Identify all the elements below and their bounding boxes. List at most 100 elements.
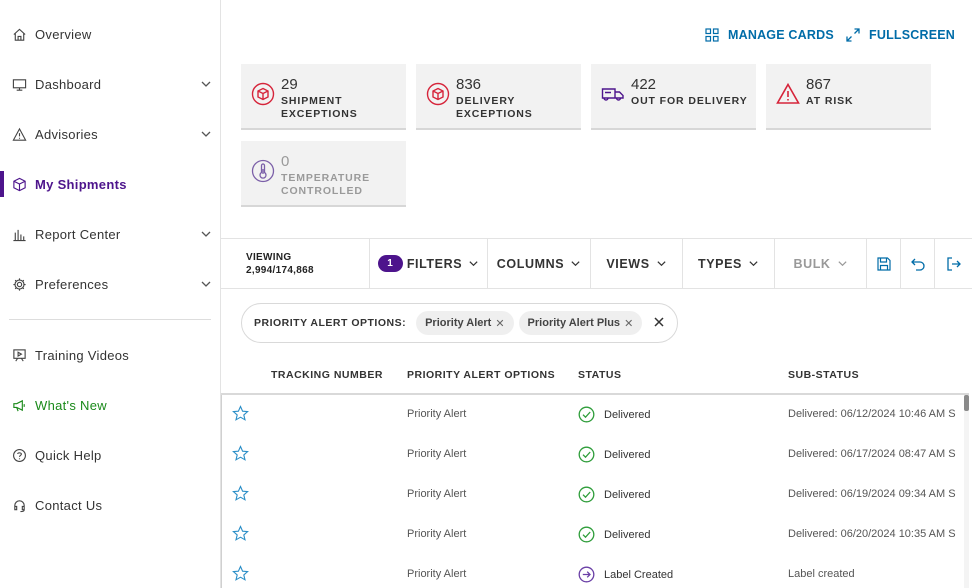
fullscreen-button[interactable]: FULLSCREEN [846,28,955,42]
sidebar-item-report-center[interactable]: Report Center [0,219,220,249]
sidebar-item-advisories[interactable]: Advisories [0,119,220,149]
card-label: TEMPERATURE CONTROLLED [281,172,371,197]
arrow-circle-icon [578,566,595,583]
sidebar-item-overview[interactable]: Overview [0,19,220,49]
views-label: VIEWS [606,256,650,271]
types-button[interactable]: TYPES [683,239,775,288]
box-icon [11,176,27,192]
card-count: 836 [456,76,482,93]
home-icon [11,26,27,42]
card-temperature-controlled[interactable]: 0 TEMPERATURE CONTROLLED [241,141,406,207]
sub-status-text: Delivered: 06/19/2024 09:34 AM S [788,488,956,500]
bulk-label: BULK [793,256,831,271]
columns-button[interactable]: COLUMNS [488,239,591,288]
filters-button[interactable]: 1 FILTERS [370,239,488,288]
sidebar-item-quick-help[interactable]: Quick Help [0,440,220,470]
sidebar-item-my-shipments[interactable]: My Shipments [0,169,220,199]
table-scrollbar[interactable] [964,395,969,588]
column-header-status[interactable]: STATUS [578,369,621,381]
table-row[interactable]: Priority Alert Delivered Delivered: 06/2… [222,515,964,555]
card-shipment-exceptions[interactable]: 29 SHIPMENT EXCEPTIONS [241,64,406,130]
bulk-button[interactable]: BULK [775,239,867,288]
filters-label: FILTERS [406,256,463,271]
viewing-label: VIEWING [246,252,292,263]
check-circle-icon [578,486,595,503]
status-cell: Delivered [578,446,650,463]
filter-chip[interactable]: Priority Alert ✕ [416,311,514,335]
expand-icon [846,28,860,42]
status-cell: Delivered [578,526,650,543]
truck-icon [601,88,624,101]
grid-toolbar: VIEWING 2,994/174,868 1 FILTERS COLUMNS … [221,238,972,289]
sidebar-item-whats-new[interactable]: What's New [0,390,220,420]
status-cell: Delivered [578,406,650,423]
column-header-sub-status[interactable]: SUB-STATUS [788,369,859,381]
manage-cards-button[interactable]: MANAGE CARDS [705,28,834,42]
table-row[interactable]: Priority Alert Delivered Delivered: 06/1… [222,475,964,515]
column-header-priority-alert-options[interactable]: PRIORITY ALERT OPTIONS [407,369,555,381]
viewing-count: VIEWING 2,994/174,868 [221,239,370,288]
column-header-tracking-number[interactable]: TRACKING NUMBER [271,369,383,381]
sidebar-item-contact-us[interactable]: Contact Us [0,490,220,520]
star-icon[interactable] [232,565,249,582]
card-label: AT RISK [806,95,854,107]
scrollbar-thumb[interactable] [964,395,969,411]
sub-status-text: Delivered: 06/20/2024 10:35 AM S [788,528,956,540]
sidebar-item-training-videos[interactable]: Training Videos [0,340,220,370]
star-icon[interactable] [232,525,249,542]
check-circle-icon [578,406,595,423]
card-count: 422 [631,76,657,93]
check-circle-icon [578,446,595,463]
close-icon[interactable]: ✕ [495,317,504,330]
sub-status-text: Delivered: 06/17/2024 08:47 AM S [788,448,956,460]
filter-chip[interactable]: Priority Alert Plus ✕ [518,311,643,335]
thermometer-icon [251,159,275,183]
sidebar-item-label: My Shipments [35,176,127,192]
save-icon [876,256,891,271]
undo-icon [910,258,925,271]
card-at-risk[interactable]: 867 AT RISK [766,64,931,130]
viewing-value: 2,994/174,868 [246,265,314,276]
star-icon[interactable] [232,485,249,502]
priority-alert-option: Priority Alert [407,528,467,540]
table-row[interactable]: Priority Alert Label Created Label creat… [222,555,964,588]
save-view-button[interactable] [867,239,901,288]
sidebar-item-dashboard[interactable]: Dashboard [0,69,220,99]
status-text: Delivered [604,528,651,541]
chevron-down-icon [469,261,478,267]
sidebar-item-label: Quick Help [35,447,102,463]
chevron-down-icon [571,261,580,267]
status-cell: Label Created [578,566,673,583]
active-filters-bar: PRIORITY ALERT OPTIONS: Priority Alert ✕… [241,303,678,343]
card-out-for-delivery[interactable]: 422 OUT FOR DELIVERY [591,64,756,130]
sidebar-divider [9,319,211,320]
card-label: OUT FOR DELIVERY [631,95,748,107]
chevron-down-icon[interactable] [200,228,212,240]
chevron-down-icon[interactable] [200,128,212,140]
filter-count-badge: 1 [377,255,403,272]
views-button[interactable]: VIEWS [591,239,683,288]
chevron-down-icon[interactable] [200,278,212,290]
status-cell: Delivered [578,486,650,503]
star-icon[interactable] [232,445,249,462]
close-icon[interactable]: ✕ [624,317,633,330]
priority-alert-option: Priority Alert [407,448,467,460]
bar-chart-icon [11,226,27,242]
table-row[interactable]: Priority Alert Delivered Delivered: 06/1… [222,395,964,435]
export-button[interactable] [935,239,972,288]
card-delivery-exceptions[interactable]: 836 DELIVERY EXCEPTIONS [416,64,581,130]
warning-icon [11,126,27,142]
chevron-down-icon[interactable] [200,78,212,90]
card-count: 0 [281,153,290,170]
clear-filters-icon[interactable] [653,316,665,328]
status-text: Label Created [604,568,674,581]
star-icon[interactable] [232,405,249,422]
alert-triangle-icon [776,82,800,104]
check-circle-icon [578,526,595,543]
sidebar-item-preferences[interactable]: Preferences [0,269,220,299]
card-count: 867 [806,76,832,93]
columns-label: COLUMNS [496,256,565,271]
undo-button[interactable] [901,239,935,288]
table-row[interactable]: Priority Alert Delivered Delivered: 06/1… [222,435,964,475]
priority-alert-option: Priority Alert [407,568,467,580]
